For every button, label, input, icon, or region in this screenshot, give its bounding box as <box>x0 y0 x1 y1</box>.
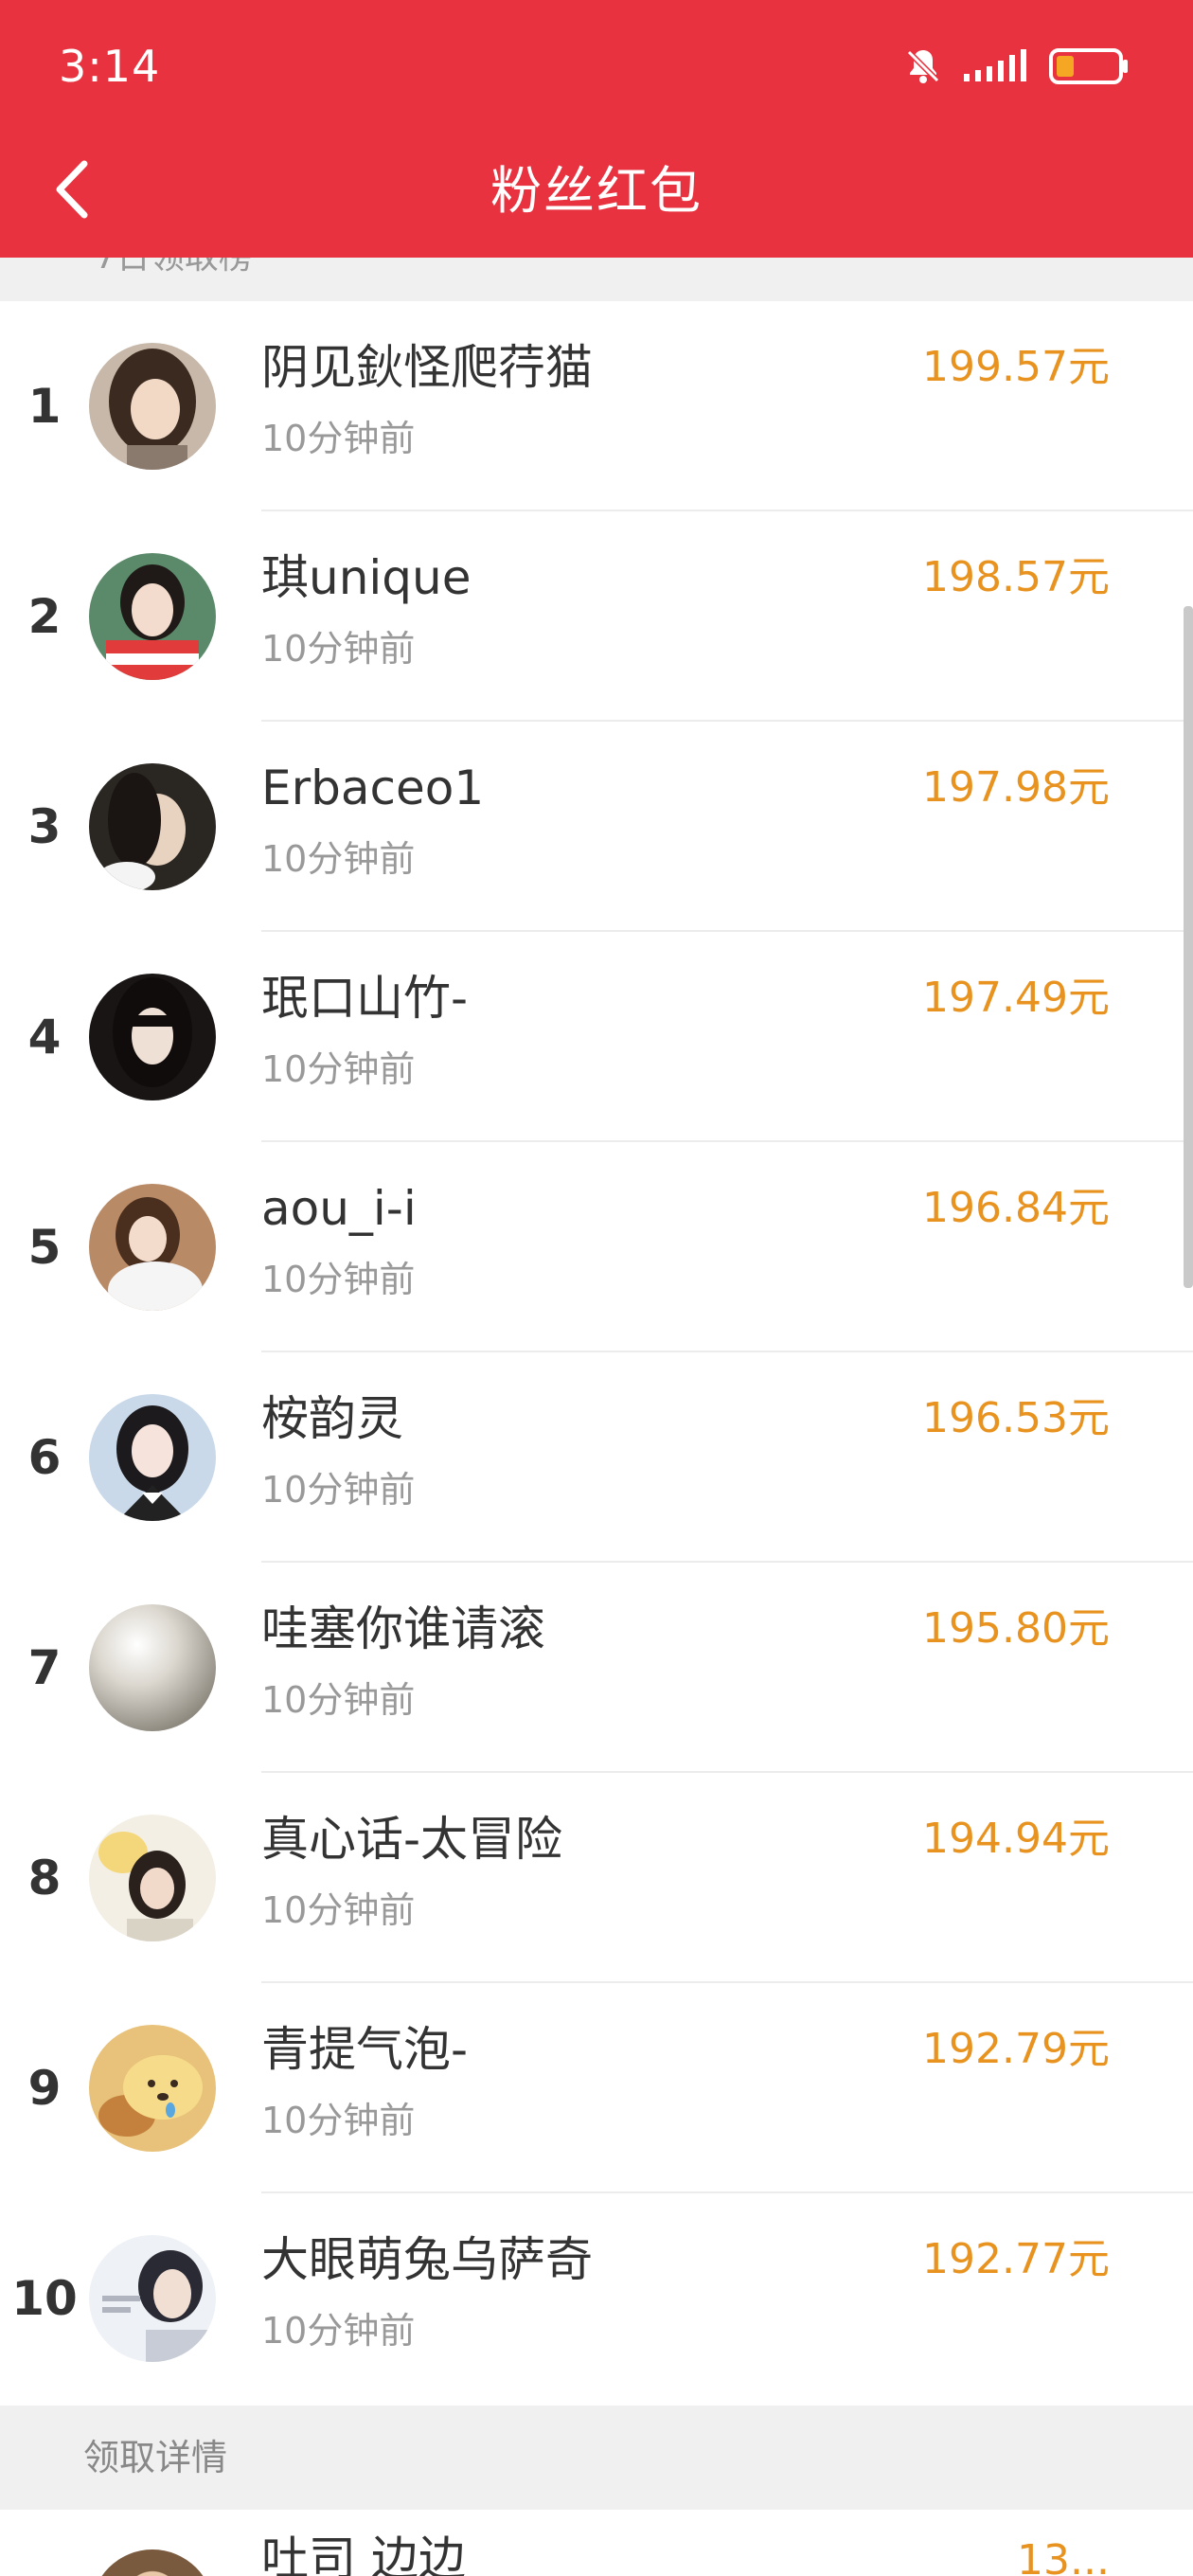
user-name: 桉韵灵 <box>261 1391 403 1446</box>
ranking-row[interactable]: 8 真心话-太冒险 10分钟前 194.94元 <box>0 1773 1193 1983</box>
rank-number: 4 <box>27 1010 62 1064</box>
rank-number: 3 <box>27 799 62 854</box>
avatar[interactable] <box>89 1815 216 1941</box>
claim-time: 10分钟前 <box>261 2100 416 2141</box>
status-icons <box>901 42 1131 95</box>
claim-time: 10分钟前 <box>261 628 416 670</box>
ranking-row[interactable]: 6 桉韵灵 10分钟前 196.53元 <box>0 1352 1193 1563</box>
nav-bar: 粉丝红包 <box>0 142 1193 241</box>
claim-amount: 196.53元 <box>922 1394 1110 1442</box>
bell-muted-icon <box>901 45 945 92</box>
user-name: 琪unique <box>261 550 472 605</box>
avatar[interactable] <box>89 763 216 890</box>
claim-amount: 198.57元 <box>922 553 1110 601</box>
scrollbar[interactable] <box>1184 606 1193 1288</box>
rank-number: 5 <box>27 1220 62 1275</box>
user-name: 阴见鈥怪爬荇猫 <box>261 340 593 395</box>
user-name: 真心话-太冒险 <box>261 1812 563 1867</box>
user-name: aou_i-i <box>261 1181 417 1236</box>
rank-number: 1 <box>27 379 62 434</box>
user-name: 哇塞你谁请滚 <box>261 1601 545 1656</box>
signal-icon <box>962 47 1032 89</box>
ranking-row[interactable]: 4 珉口山竹- 10分钟前 197.49元 <box>0 932 1193 1142</box>
claim-time: 10分钟前 <box>261 1469 416 1511</box>
avatar[interactable] <box>89 974 216 1100</box>
rank-number: 9 <box>27 2061 62 2116</box>
avatar[interactable] <box>89 2025 216 2152</box>
user-name: 珉口山竹- <box>261 971 469 1026</box>
user-name: 青提气泡- <box>261 2022 469 2077</box>
user-name: 吐司 边边 <box>261 2531 466 2576</box>
ranking-row[interactable]: 1 阴见鈥怪爬荇猫 10分钟前 199.57元 <box>0 301 1193 511</box>
claim-time: 10分钟前 <box>261 838 416 880</box>
avatar[interactable] <box>89 1184 216 1311</box>
avatar[interactable] <box>89 553 216 680</box>
avatar[interactable] <box>89 1604 216 1731</box>
avatar[interactable] <box>89 343 216 470</box>
avatar[interactable] <box>89 2235 216 2362</box>
ranking-row[interactable]: 5 aou_i-i 10分钟前 196.84元 <box>0 1142 1193 1352</box>
claim-amount: 199.57元 <box>922 343 1110 391</box>
ranking-row[interactable]: 2 琪unique 10分钟前 198.57元 <box>0 511 1193 722</box>
ranking-row[interactable]: 10 大眼萌兔乌萨奇 10分钟前 192.77元 <box>0 2193 1193 2404</box>
claim-amount: 192.77元 <box>922 2235 1110 2283</box>
details-title: 领取详情 <box>83 2437 228 2478</box>
details-section-header: 领取详情 <box>0 2406 1193 2510</box>
claim-time: 10分钟前 <box>261 1679 416 1721</box>
user-name: 大眼萌兔乌萨奇 <box>261 2232 593 2287</box>
ranking-row[interactable]: 9 青提气泡- 10分钟前 192.79元 <box>0 1983 1193 2193</box>
avatar[interactable] <box>91 2549 214 2576</box>
status-time: 3:14 <box>59 41 161 92</box>
top-bar: 3:14 粉丝红包 <box>0 0 1193 258</box>
rank-number: 7 <box>27 1640 62 1695</box>
ranking-row[interactable]: 7 哇塞你谁请滚 10分钟前 195.80元 <box>0 1563 1193 1773</box>
ranking-section-label: 7日领取榜 <box>95 258 253 280</box>
claim-amount: 13... <box>1017 2536 1110 2576</box>
user-name: Erbaceo1 <box>261 760 485 815</box>
rank-number: 6 <box>27 1430 62 1485</box>
battery-icon <box>1049 47 1131 89</box>
avatar[interactable] <box>89 1394 216 1521</box>
rank-number: 2 <box>27 589 62 644</box>
claim-amount: 192.79元 <box>922 2025 1110 2073</box>
details-row[interactable]: 吐司 边边 13... <box>0 2510 1193 2576</box>
claim-time: 10分钟前 <box>261 1889 416 1931</box>
rank-number: 8 <box>27 1851 62 1905</box>
claim-time: 10分钟前 <box>261 418 416 459</box>
claim-amount: 194.94元 <box>922 1815 1110 1863</box>
ranking-section-header: 7日领取榜 <box>0 258 1193 301</box>
page-title: 粉丝红包 <box>490 161 703 221</box>
claim-amount: 196.84元 <box>922 1184 1110 1232</box>
claim-amount: 195.80元 <box>922 1604 1110 1653</box>
claim-amount: 197.98元 <box>922 763 1110 812</box>
claim-amount: 197.49元 <box>922 974 1110 1022</box>
claim-time: 10分钟前 <box>261 1048 416 1090</box>
claim-time: 10分钟前 <box>261 2310 416 2352</box>
claim-time: 10分钟前 <box>261 1259 416 1300</box>
rank-number: 10 <box>11 2271 78 2326</box>
ranking-list: 1 阴见鈥怪爬荇猫 10分钟前 199.57元 2 琪unique 10分钟前 … <box>0 301 1193 2404</box>
ranking-row[interactable]: 3 Erbaceo1 10分钟前 197.98元 <box>0 722 1193 932</box>
